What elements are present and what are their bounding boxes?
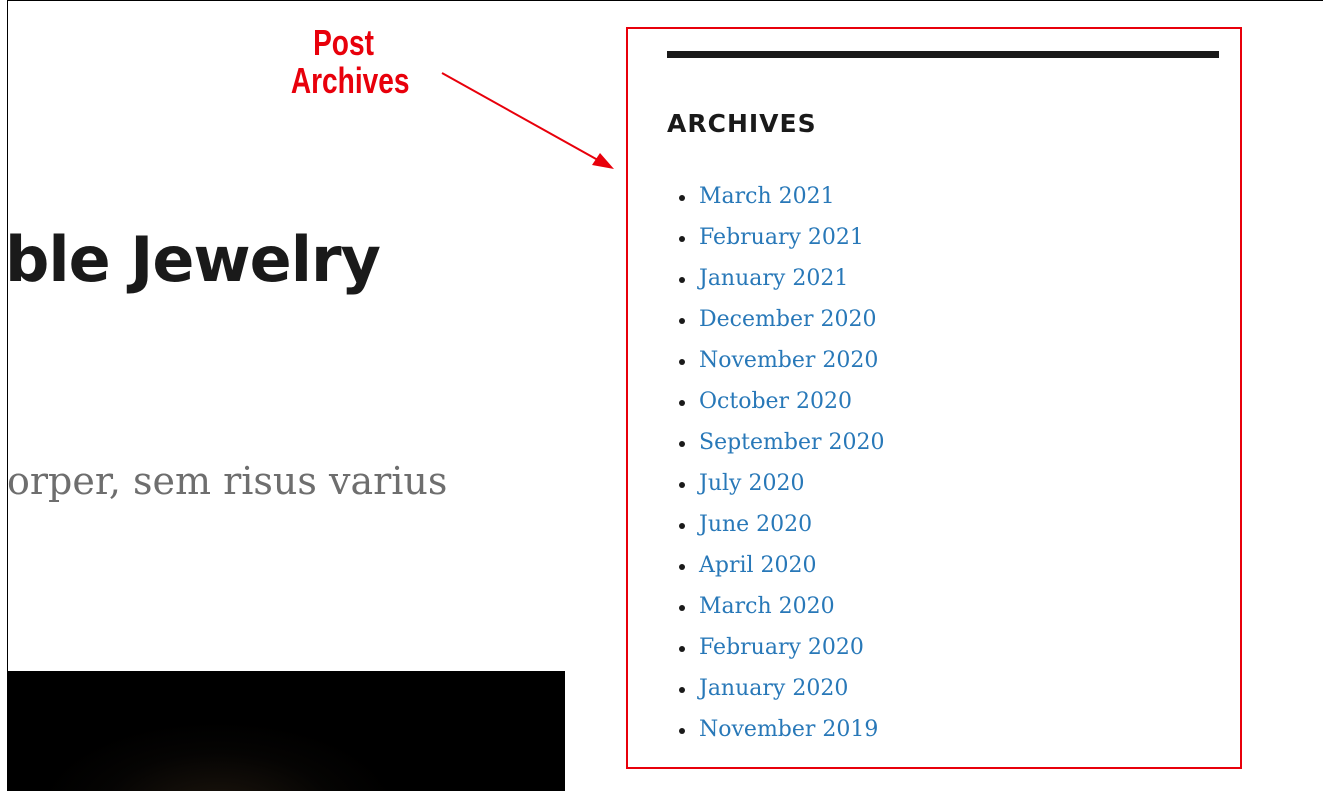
annotation-label: Post Archives	[290, 22, 410, 101]
bullet-icon	[679, 359, 685, 365]
featured-image[interactable]	[8, 671, 565, 791]
archive-link[interactable]: November 2019	[699, 717, 878, 742]
list-item: November 2019	[667, 714, 1219, 755]
archive-link[interactable]: June 2020	[699, 512, 812, 537]
list-item: December 2020	[667, 304, 1219, 345]
bullet-icon	[679, 400, 685, 406]
annotation-label-line1: Post	[313, 22, 374, 63]
annotation-label-line2: Archives	[290, 60, 410, 101]
bullet-icon	[679, 318, 685, 324]
archive-link[interactable]: February 2020	[699, 635, 864, 660]
archives-widget: ARCHIVES March 2021 February 2021 Januar…	[667, 51, 1219, 755]
bullet-icon	[679, 728, 685, 734]
list-item: July 2020	[667, 468, 1219, 509]
archive-link[interactable]: September 2020	[699, 430, 885, 455]
bullet-icon	[679, 195, 685, 201]
list-item: February 2020	[667, 632, 1219, 673]
bullet-icon	[679, 482, 685, 488]
bullet-icon	[679, 605, 685, 611]
list-item: January 2021	[667, 263, 1219, 304]
post-excerpt: orper, sem risus varius	[7, 459, 448, 503]
bullet-icon	[679, 564, 685, 570]
list-item: November 2020	[667, 345, 1219, 386]
annotation-arrow	[441, 72, 614, 169]
list-item: February 2021	[667, 222, 1219, 263]
bullet-icon	[679, 646, 685, 652]
bullet-icon	[679, 523, 685, 529]
archive-list: March 2021 February 2021 January 2021 De…	[667, 181, 1219, 755]
archive-link[interactable]: July 2020	[699, 471, 804, 496]
list-item: January 2020	[667, 673, 1219, 714]
bullet-icon	[679, 277, 685, 283]
archive-link[interactable]: October 2020	[699, 389, 852, 414]
archive-link[interactable]: January 2020	[699, 676, 848, 701]
archive-link[interactable]: December 2020	[699, 307, 876, 332]
bullet-icon	[679, 236, 685, 242]
list-item: April 2020	[667, 550, 1219, 591]
list-item: October 2020	[667, 386, 1219, 427]
archive-link[interactable]: November 2020	[699, 348, 878, 373]
widget-top-border	[667, 51, 1219, 58]
widget-title: ARCHIVES	[667, 109, 817, 138]
archive-link[interactable]: April 2020	[699, 553, 817, 578]
post-title[interactable]: ble Jewelry	[8, 223, 381, 296]
list-item: September 2020	[667, 427, 1219, 468]
bullet-icon	[679, 441, 685, 447]
list-item: March 2020	[667, 591, 1219, 632]
archive-link[interactable]: February 2021	[699, 225, 864, 250]
bullet-icon	[679, 687, 685, 693]
list-item: March 2021	[667, 181, 1219, 222]
archive-link[interactable]: January 2021	[699, 266, 848, 291]
list-item: June 2020	[667, 509, 1219, 550]
archive-link[interactable]: March 2020	[699, 594, 835, 619]
archive-link[interactable]: March 2021	[699, 184, 835, 209]
